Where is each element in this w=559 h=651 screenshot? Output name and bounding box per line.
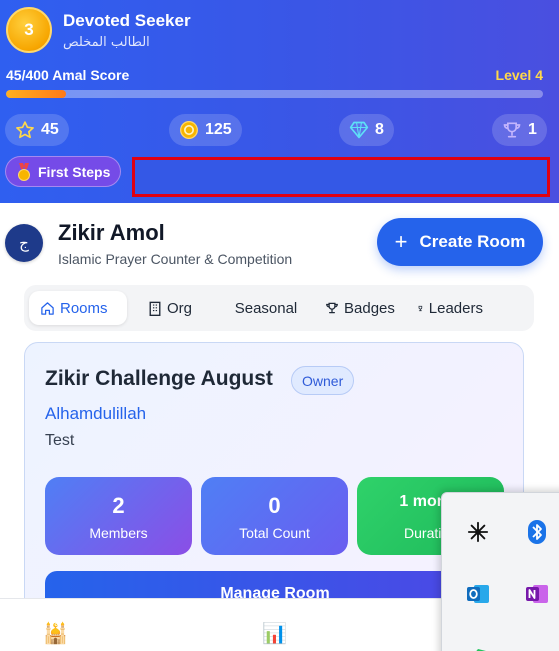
achievement-label: First Steps (38, 163, 111, 180)
medal-icon (18, 162, 30, 181)
bluetooth-icon[interactable] (524, 519, 550, 545)
total-count-stat-card: 0 Total Count (201, 477, 348, 555)
room-dhikr: Alhamdulillah (45, 404, 147, 423)
gems-count: 8 (375, 121, 384, 138)
tab-badges[interactable]: Badges (314, 291, 406, 325)
coins-count: 125 (205, 121, 232, 138)
achievement-badge[interactable]: First Steps (5, 156, 122, 187)
plus-icon: + (394, 229, 408, 254)
gems-stat[interactable]: 8 (339, 114, 394, 146)
tab-leaders[interactable]: Leaders (406, 291, 494, 325)
chart-icon[interactable]: 📊 (262, 621, 287, 645)
mosque-icon[interactable]: 🕌 (43, 621, 68, 645)
perplexity-icon[interactable] (465, 519, 491, 545)
members-label: Members (89, 525, 148, 541)
tab-org-label: Org (167, 299, 193, 317)
coins-stat[interactable]: 125 (169, 114, 242, 146)
tab-seasonal[interactable]: Seasonal (218, 291, 314, 325)
coin-icon (180, 121, 198, 139)
tab-org[interactable]: Org (137, 291, 212, 325)
score-progress-bar (6, 90, 543, 98)
members-value: 2 (112, 493, 125, 518)
highlighted-achievement-area (132, 157, 550, 197)
trophy-small-icon (418, 305, 423, 311)
edge-icon[interactable] (465, 638, 491, 651)
rank-title: Devoted Seeker (63, 11, 191, 30)
tab-rooms[interactable]: Rooms (29, 291, 127, 325)
stars-stat[interactable]: 45 (5, 114, 69, 146)
amal-score: 45/400 Amal Score (6, 67, 130, 83)
outlook-icon[interactable] (465, 581, 491, 607)
score-progress-fill (6, 90, 67, 98)
trophy-icon (326, 302, 338, 314)
app-subtitle: Islamic Prayer Counter & Competition (58, 251, 293, 267)
tab-rooms-label: Rooms (60, 299, 108, 317)
level-badge: 3 (6, 7, 52, 53)
profile-header: 3 Devoted Seeker الطالب المخلص 45/400 Am… (0, 0, 559, 203)
building-icon (149, 301, 161, 316)
room-description: Test (45, 432, 75, 449)
home-icon (41, 301, 54, 315)
total-count-value: 0 (268, 493, 281, 518)
onenote-icon[interactable] (524, 581, 550, 607)
section-tabs: Rooms Org Seasonal Badges Leaders (24, 285, 534, 331)
trophy-stat[interactable]: 1 (492, 114, 547, 146)
star-icon (16, 121, 34, 139)
app-logo: ج (5, 224, 43, 262)
create-room-button[interactable]: + Create Room (377, 218, 543, 266)
trophy-icon (503, 122, 521, 138)
app-title: Zikir Amol (58, 220, 165, 245)
tab-leaders-label: Leaders (428, 299, 483, 317)
room-title: Zikir Challenge August (45, 367, 273, 390)
trophy-count: 1 (528, 121, 537, 138)
members-stat-card: 2 Members (45, 477, 192, 555)
role-badge: Owner (291, 366, 355, 395)
create-room-label: Create Room (419, 232, 526, 251)
system-tray-overflow (441, 492, 559, 651)
tab-seasonal-label: Seasonal (234, 299, 298, 317)
gem-icon (349, 121, 369, 139)
total-count-label: Total Count (239, 525, 310, 541)
stars-count: 45 (41, 121, 59, 138)
tab-badges-label: Badges (344, 299, 395, 317)
rank-title-arabic: الطالب المخلص (63, 35, 150, 50)
next-level-label: Level 4 (495, 67, 543, 83)
